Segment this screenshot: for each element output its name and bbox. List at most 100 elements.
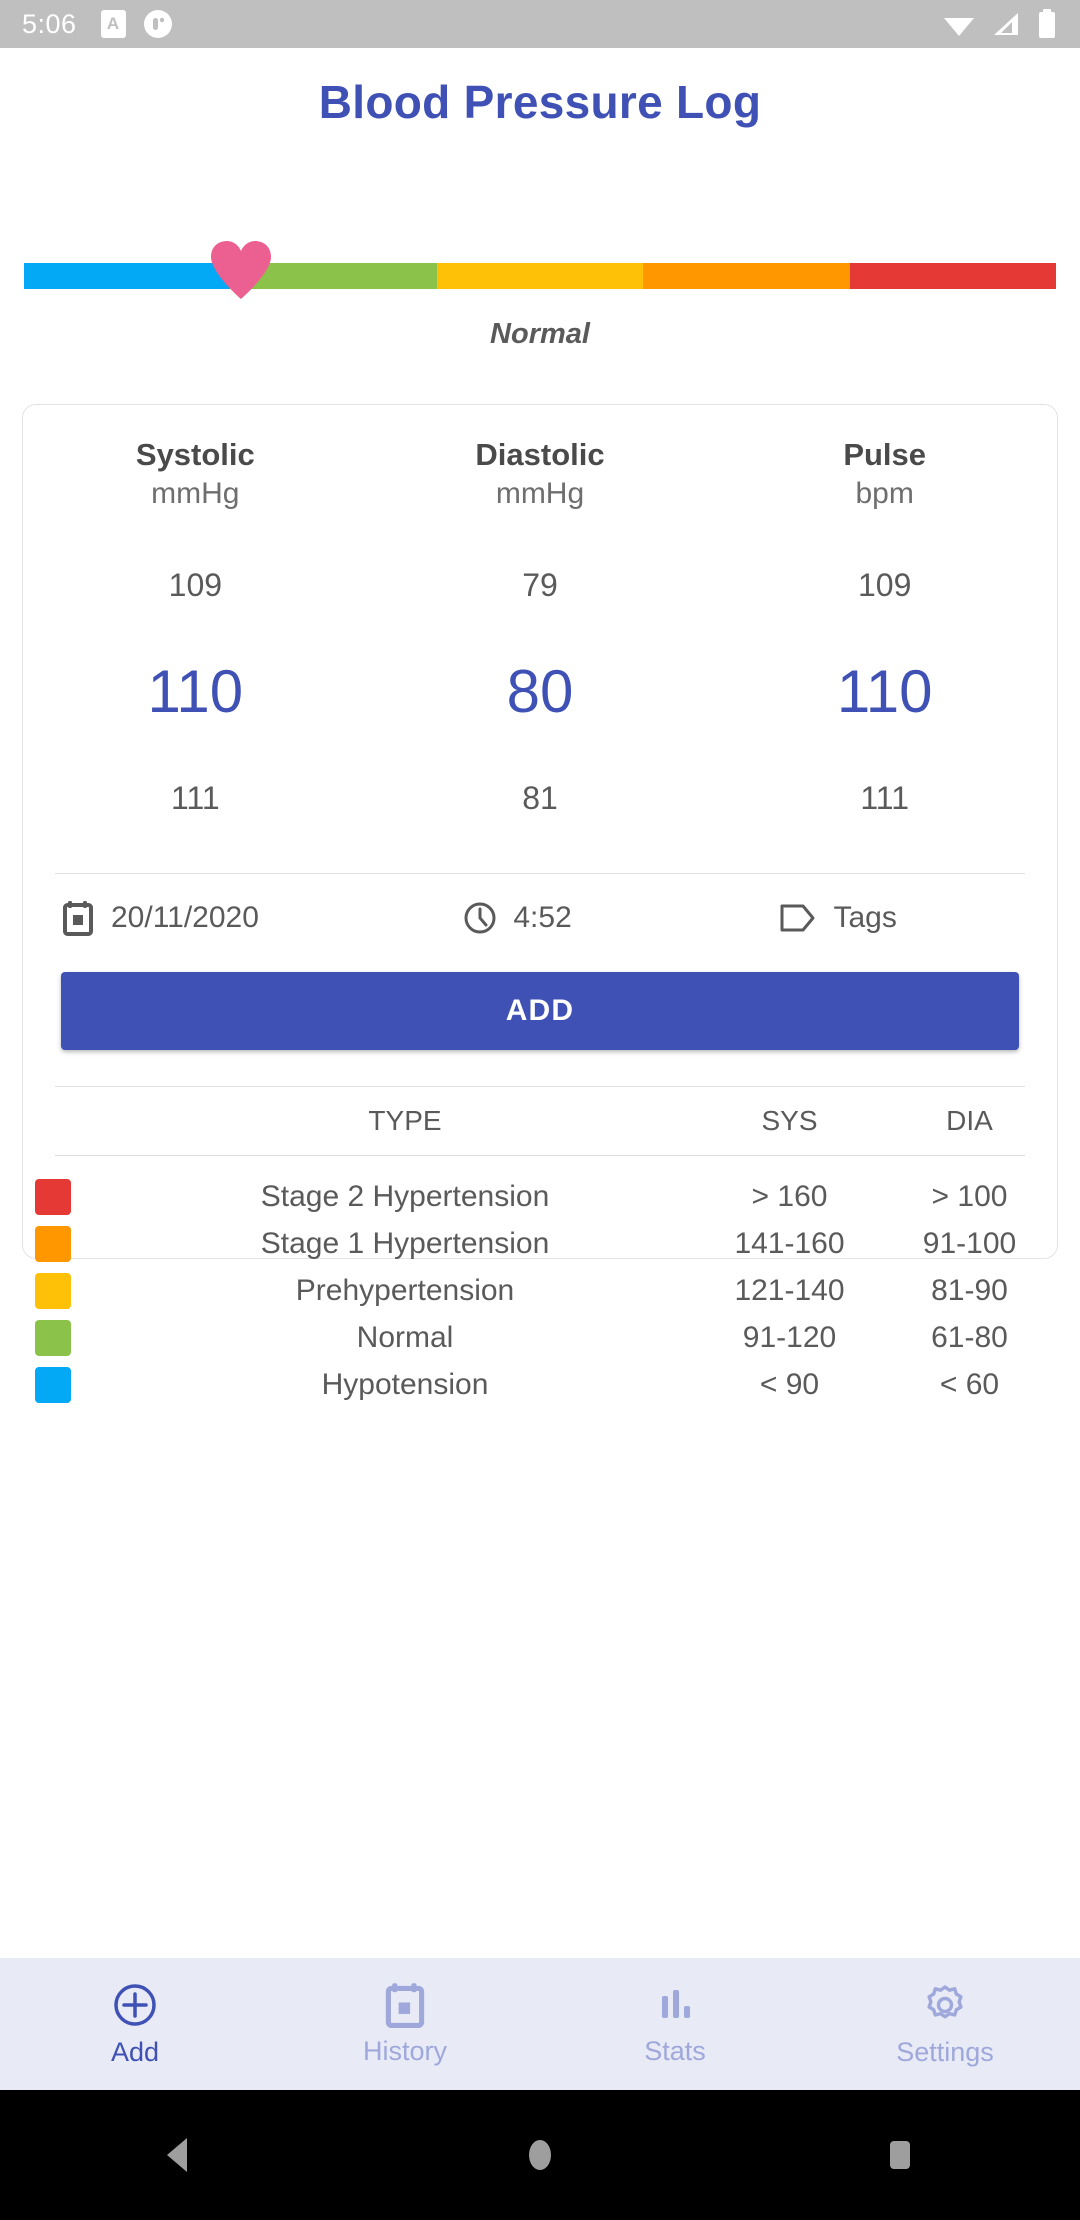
reference-table-row: Stage 1 Hypertension141-16091-100 xyxy=(23,1221,1057,1268)
calendar-icon xyxy=(383,1982,427,2028)
pulse-prev-text: 109 xyxy=(858,567,911,603)
status-bar-notification-icons: A xyxy=(101,10,172,38)
reference-row-dia: > 100 xyxy=(882,1180,1057,1214)
calendar-icon xyxy=(61,900,95,936)
scale-bar xyxy=(24,263,1056,289)
systolic-label: Systolic xyxy=(23,435,368,475)
reference-row-dia: 61-80 xyxy=(882,1321,1057,1355)
category-color-swatch xyxy=(35,1273,71,1309)
reference-row-color-cell xyxy=(23,1320,113,1356)
reference-table-row: Normal91-12061-80 xyxy=(23,1315,1057,1362)
android-back-button[interactable] xyxy=(110,2132,250,2178)
reference-table-row: Hypotension< 90< 60 xyxy=(23,1362,1057,1409)
diastolic-label: Diastolic xyxy=(368,435,713,475)
diastolic-unit: mmHg xyxy=(368,475,713,512)
reference-row-color-cell xyxy=(23,1226,113,1262)
tags-field[interactable]: Tags xyxy=(779,901,1019,935)
reference-row-sys: 91-120 xyxy=(697,1321,882,1355)
heart-marker-icon xyxy=(208,239,274,301)
gear-icon xyxy=(921,1981,969,2029)
reference-row-color-cell xyxy=(23,1273,113,1309)
status-bar-system-icons xyxy=(942,8,1058,40)
nav-item-stats[interactable]: Stats xyxy=(540,1982,810,2067)
tags-value: Tags xyxy=(833,901,896,935)
reference-row-type: Stage 1 Hypertension xyxy=(113,1227,697,1261)
nav-label-settings: Settings xyxy=(896,2037,994,2068)
reference-row-color-cell xyxy=(23,1179,113,1215)
nav-label-history: History xyxy=(363,2036,447,2067)
reference-table-body: Stage 2 Hypertension> 160> 100 Stage 1 Hy… xyxy=(23,1174,1057,1409)
app-screen: 5:06 A Blood Pressure Log xyxy=(0,0,1080,2220)
entry-meta-row: 20/11/2020 4:52 Tags xyxy=(23,882,1057,954)
bp-category-scale xyxy=(24,263,1056,289)
next-values-row: 111 81 111 xyxy=(23,780,1057,817)
reference-row-type: Prehypertension xyxy=(113,1274,697,1308)
column-header-pulse: Pulse bpm xyxy=(712,435,1057,512)
add-button[interactable]: ADD xyxy=(61,972,1019,1050)
android-home-button[interactable] xyxy=(470,2132,610,2178)
page-title: Blood Pressure Log xyxy=(0,75,1080,129)
pulse-next-value[interactable]: 111 xyxy=(712,780,1057,817)
reference-row-sys: > 160 xyxy=(697,1180,882,1214)
column-headers: Systolic mmHg Diastolic mmHg Pulse bpm xyxy=(23,405,1057,512)
android-recents-button[interactable] xyxy=(830,2132,970,2178)
subtitle-a-icon: A xyxy=(101,10,126,38)
reference-row-dia: 81-90 xyxy=(882,1274,1057,1308)
nav-item-settings[interactable]: Settings xyxy=(810,1981,1080,2068)
pulse-unit: bpm xyxy=(712,475,1057,512)
pulse-next-text: 111 xyxy=(860,780,909,816)
pulse-value[interactable]: 110 xyxy=(712,662,1057,722)
systolic-value[interactable]: 110 xyxy=(23,662,368,722)
category-color-swatch xyxy=(35,1367,71,1403)
back-triangle-icon xyxy=(157,2132,203,2178)
systolic-value-text: 110 xyxy=(148,658,244,725)
previous-values-row: 109 79 109 xyxy=(23,567,1057,604)
pulse-label: Pulse xyxy=(712,435,1057,475)
bar-chart-icon xyxy=(652,1982,698,2028)
reference-header-sys: SYS xyxy=(697,1105,882,1137)
nav-item-add[interactable]: Add xyxy=(0,1981,270,2068)
reference-row-type: Stage 2 Hypertension xyxy=(113,1180,697,1214)
nav-item-history[interactable]: History xyxy=(270,1982,540,2067)
scale-segment-stage1 xyxy=(643,263,849,289)
date-value: 20/11/2020 xyxy=(111,901,259,935)
bottom-navigation: Add History Stats Settings xyxy=(0,1958,1080,2090)
scale-segment-hypotension xyxy=(24,263,230,289)
pulse-value-text: 110 xyxy=(837,658,933,725)
battery-icon xyxy=(1036,8,1058,40)
systolic-prev-value[interactable]: 109 xyxy=(23,567,368,604)
reference-header-type: TYPE xyxy=(113,1105,697,1137)
android-navigation-bar xyxy=(0,2090,1080,2220)
column-header-diastolic: Diastolic mmHg xyxy=(368,435,713,512)
scale-segment-stage2 xyxy=(850,263,1056,289)
category-color-swatch xyxy=(35,1226,71,1262)
status-bar-clock: 5:06 xyxy=(22,9,77,40)
nav-label-add: Add xyxy=(111,2037,159,2068)
reference-header-dia: DIA xyxy=(882,1105,1057,1137)
diastolic-prev-text: 79 xyxy=(522,567,558,603)
pulse-prev-value[interactable]: 109 xyxy=(712,567,1057,604)
signal-icon xyxy=(990,9,1022,39)
reference-row-type: Normal xyxy=(113,1321,697,1355)
scale-segment-prehypertension xyxy=(437,263,643,289)
time-field[interactable]: 4:52 xyxy=(463,901,779,935)
divider-above-meta xyxy=(55,873,1025,874)
status-badge: Normal xyxy=(0,318,1080,351)
reference-table-header: TYPE SYS DIA xyxy=(23,1087,1057,1155)
diastolic-prev-value[interactable]: 79 xyxy=(368,567,713,604)
reference-row-type: Hypotension xyxy=(113,1368,697,1402)
date-field[interactable]: 20/11/2020 xyxy=(61,900,463,936)
diastolic-value[interactable]: 80 xyxy=(368,662,713,722)
reference-row-color-cell xyxy=(23,1367,113,1403)
reference-row-dia: 91-100 xyxy=(882,1227,1057,1261)
wifi-icon xyxy=(942,9,976,39)
time-value: 4:52 xyxy=(513,901,571,935)
reference-row-sys: 121-140 xyxy=(697,1274,882,1308)
systolic-next-text: 111 xyxy=(171,780,220,816)
status-bar: 5:06 A xyxy=(0,0,1080,48)
systolic-next-value[interactable]: 111 xyxy=(23,780,368,817)
category-color-swatch xyxy=(35,1179,71,1215)
diastolic-next-value[interactable]: 81 xyxy=(368,780,713,817)
reference-row-sys: < 90 xyxy=(697,1368,882,1402)
app-circle-icon xyxy=(144,10,172,38)
